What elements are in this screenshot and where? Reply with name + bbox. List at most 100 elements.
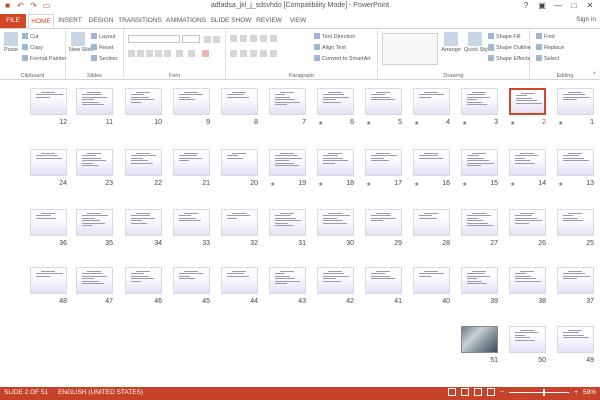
tab-home[interactable]: HOME bbox=[28, 14, 54, 28]
underline-icon[interactable] bbox=[146, 50, 153, 57]
maximize-icon[interactable]: □ bbox=[566, 0, 582, 12]
slide-thumbnail[interactable] bbox=[76, 88, 113, 115]
section-button[interactable]: Section bbox=[91, 55, 117, 62]
ribbon-display-icon[interactable]: ▣ bbox=[534, 0, 550, 12]
slide-thumbnail[interactable] bbox=[461, 88, 498, 115]
tab-file[interactable]: FILE bbox=[0, 14, 26, 28]
slide-thumbnail[interactable] bbox=[30, 149, 67, 176]
slide-thumbnail[interactable] bbox=[173, 149, 210, 176]
slide-thumbnail[interactable] bbox=[221, 267, 258, 294]
slide-thumbnail[interactable] bbox=[125, 267, 162, 294]
normal-view-icon[interactable] bbox=[448, 388, 457, 396]
format-painter-button[interactable]: Format Painter bbox=[22, 55, 66, 62]
slide-thumbnail[interactable] bbox=[269, 267, 306, 294]
find-button[interactable]: Find bbox=[536, 33, 555, 40]
reading-view-icon[interactable] bbox=[474, 388, 483, 396]
slide-thumbnail[interactable] bbox=[509, 149, 546, 176]
slide-thumbnail[interactable] bbox=[30, 209, 67, 236]
tab-insert[interactable]: INSERT bbox=[56, 14, 84, 28]
strikethrough-icon[interactable] bbox=[164, 50, 171, 57]
select-button[interactable]: Select bbox=[536, 55, 559, 62]
slide-thumbnail[interactable] bbox=[557, 88, 594, 115]
slide-thumbnail[interactable] bbox=[509, 209, 546, 236]
close-icon[interactable]: ✕ bbox=[582, 0, 598, 12]
slide-thumbnail[interactable] bbox=[557, 326, 594, 353]
tab-slide-show[interactable]: SLIDE SHOW bbox=[210, 14, 252, 28]
layout-button[interactable]: Layout bbox=[91, 33, 116, 40]
minimize-icon[interactable]: — bbox=[550, 0, 566, 12]
change-case-icon[interactable] bbox=[188, 50, 195, 57]
slide-thumbnail[interactable] bbox=[365, 88, 402, 115]
slide-thumbnail[interactable] bbox=[125, 88, 162, 115]
character-spacing-icon[interactable] bbox=[176, 50, 183, 57]
slide-thumbnail[interactable] bbox=[30, 267, 67, 294]
slide-thumbnail[interactable] bbox=[509, 326, 546, 353]
tab-design[interactable]: DESIGN bbox=[86, 14, 116, 28]
zoom-slider[interactable] bbox=[509, 388, 570, 396]
slide-thumbnail[interactable] bbox=[30, 88, 67, 115]
font-size-dropdown[interactable] bbox=[182, 35, 200, 43]
slide-thumbnail[interactable] bbox=[221, 88, 258, 115]
slide-thumbnail[interactable] bbox=[461, 149, 498, 176]
bullets-icon[interactable] bbox=[230, 35, 237, 42]
slide-thumbnail[interactable] bbox=[461, 267, 498, 294]
slide-thumbnail[interactable] bbox=[269, 209, 306, 236]
align-center-icon[interactable] bbox=[240, 50, 247, 57]
slide-thumbnail[interactable] bbox=[76, 149, 113, 176]
slide-thumbnail[interactable] bbox=[76, 267, 113, 294]
slide-thumbnail[interactable] bbox=[461, 326, 498, 353]
slide-thumbnail[interactable] bbox=[365, 267, 402, 294]
shapes-gallery[interactable] bbox=[382, 33, 438, 65]
slide-thumbnail[interactable] bbox=[76, 209, 113, 236]
slideshow-view-icon[interactable] bbox=[487, 388, 496, 396]
zoom-slider-thumb[interactable] bbox=[543, 388, 546, 396]
align-left-icon[interactable] bbox=[230, 50, 237, 57]
slide-thumbnail[interactable] bbox=[557, 267, 594, 294]
new-slide-button[interactable]: New Slide bbox=[69, 32, 94, 53]
replace-button[interactable]: Replace bbox=[536, 44, 564, 51]
slide-thumbnail[interactable] bbox=[125, 149, 162, 176]
tab-animations[interactable]: ANIMATIONS bbox=[164, 14, 208, 28]
convert-smartart-button[interactable]: Convert to SmartArt bbox=[314, 55, 371, 62]
numbering-icon[interactable] bbox=[240, 35, 247, 42]
reset-button[interactable]: Reset bbox=[91, 44, 113, 51]
slide-thumbnail[interactable] bbox=[557, 149, 594, 176]
arrange-button[interactable]: Arrange bbox=[440, 32, 462, 53]
slide-thumbnail[interactable] bbox=[365, 149, 402, 176]
decrease-indent-icon[interactable] bbox=[250, 35, 257, 42]
slide-thumbnail[interactable] bbox=[413, 88, 450, 115]
collapse-ribbon-icon[interactable]: ^ bbox=[593, 72, 596, 78]
slide-thumbnail[interactable] bbox=[125, 209, 162, 236]
font-name-dropdown[interactable] bbox=[128, 35, 180, 43]
slide-thumbnail[interactable] bbox=[173, 267, 210, 294]
slide-thumbnail[interactable] bbox=[269, 149, 306, 176]
slide-thumbnail[interactable] bbox=[221, 209, 258, 236]
text-direction-button[interactable]: Text Direction bbox=[314, 33, 355, 40]
slide-thumbnail[interactable] bbox=[509, 88, 546, 115]
slide-thumbnail[interactable] bbox=[317, 88, 354, 115]
paste-button[interactable]: Paste bbox=[3, 32, 19, 53]
slide-sorter-view-icon[interactable] bbox=[461, 388, 470, 396]
justify-icon[interactable] bbox=[260, 50, 267, 57]
columns-icon[interactable] bbox=[270, 50, 277, 57]
tab-view[interactable]: VIEW bbox=[286, 14, 310, 28]
help-icon[interactable]: ? bbox=[518, 0, 534, 12]
slide-thumbnail[interactable] bbox=[173, 209, 210, 236]
slide-thumbnail[interactable] bbox=[413, 267, 450, 294]
shadow-icon[interactable] bbox=[155, 50, 162, 57]
slide-thumbnail[interactable] bbox=[413, 149, 450, 176]
slide-thumbnail[interactable] bbox=[509, 267, 546, 294]
shrink-font-icon[interactable] bbox=[213, 36, 220, 43]
align-text-button[interactable]: Align Text bbox=[314, 44, 346, 51]
slide-thumbnail[interactable] bbox=[461, 209, 498, 236]
slide-thumbnail[interactable] bbox=[557, 209, 594, 236]
shape-effects-button[interactable]: Shape Effects bbox=[488, 55, 530, 62]
slide-thumbnail[interactable] bbox=[317, 209, 354, 236]
shape-fill-button[interactable]: Shape Fill bbox=[488, 33, 520, 40]
copy-button[interactable]: Copy bbox=[22, 44, 43, 51]
increase-indent-icon[interactable] bbox=[260, 35, 267, 42]
zoom-level[interactable]: 59% bbox=[583, 389, 596, 396]
quick-styles-button[interactable]: Quick Styles bbox=[464, 32, 495, 53]
sign-in-link[interactable]: Sign in bbox=[576, 16, 596, 23]
align-right-icon[interactable] bbox=[250, 50, 257, 57]
